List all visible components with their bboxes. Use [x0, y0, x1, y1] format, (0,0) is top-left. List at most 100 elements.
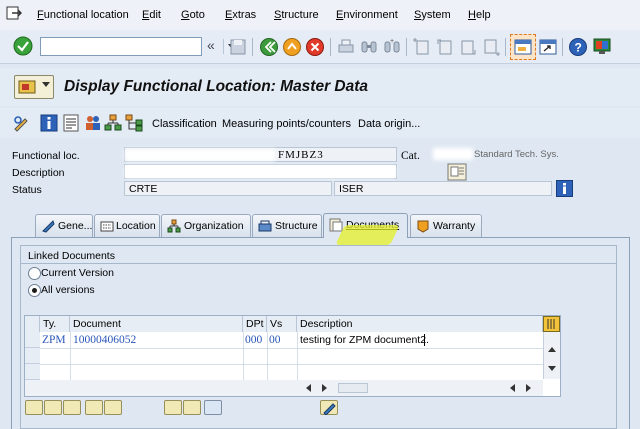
general-tab-icon	[42, 220, 55, 233]
cat-label: Cat.	[401, 150, 420, 162]
cell-document[interactable]: 10000406052	[73, 332, 136, 348]
status-label: Status	[12, 184, 42, 196]
first-page-icon[interactable]	[412, 37, 432, 57]
enter-icon[interactable]	[13, 36, 33, 56]
structure-list-icon[interactable]	[104, 114, 122, 132]
select-all-icon[interactable]	[85, 400, 103, 415]
create-session-icon[interactable]	[513, 37, 533, 57]
menu-functional-location[interactable]: Functional location	[37, 9, 129, 21]
radio-current-version[interactable]	[28, 267, 41, 280]
measuring-points-button[interactable]: Measuring points/counters	[222, 118, 351, 130]
scroll-thumb[interactable]	[338, 383, 368, 393]
save-icon[interactable]	[228, 37, 248, 57]
status-info-icon[interactable]	[556, 180, 573, 197]
next-page-icon[interactable]	[458, 37, 478, 57]
horizontal-scrollbar-fixed	[25, 380, 298, 396]
hierarchy-icon[interactable]	[125, 114, 143, 132]
display-document-icon[interactable]	[164, 400, 182, 415]
user-status-field: ISER	[334, 181, 552, 196]
row-selector[interactable]	[25, 332, 40, 348]
horizontal-scrollbar[interactable]	[298, 380, 543, 396]
menu-edit[interactable]: Edit	[142, 9, 161, 21]
vertical-scrollbar[interactable]	[543, 332, 560, 379]
radio-all-versions-label: All versions	[41, 284, 95, 296]
functional-loc-field[interactable]: FMJBZ3	[124, 147, 397, 162]
cat-field: Standard Tech. Sys.	[433, 147, 573, 162]
help-icon[interactable]: ?	[568, 37, 588, 57]
column-header-dpt[interactable]: DPt	[243, 316, 267, 332]
cancel-icon[interactable]	[305, 37, 325, 57]
warranty-tab-icon	[417, 220, 429, 233]
highlight-marker	[335, 225, 400, 245]
tab-organization[interactable]: Organization	[161, 214, 251, 237]
system-status-value: CRTE	[129, 183, 158, 195]
scroll-right-end-icon[interactable]	[526, 384, 531, 392]
scroll-up-icon[interactable]	[548, 347, 556, 352]
standard-toolbar: « + ?	[0, 30, 640, 64]
object-icon[interactable]	[14, 75, 54, 99]
tab-general-label: Gene...	[58, 220, 93, 232]
select-block-icon[interactable]	[63, 400, 81, 415]
find-icon[interactable]	[359, 37, 379, 57]
command-field[interactable]	[40, 37, 239, 56]
column-header-version[interactable]: Vs	[267, 316, 297, 332]
system-menu-icon[interactable]	[6, 5, 22, 21]
group-title-divider	[21, 263, 616, 264]
print-document-icon[interactable]	[204, 400, 222, 415]
description-label: Description	[12, 167, 65, 179]
back-icon[interactable]	[259, 37, 279, 57]
menu-goto[interactable]: Goto	[181, 9, 205, 21]
print-icon[interactable]	[336, 37, 356, 57]
long-text-icon[interactable]	[62, 114, 80, 132]
column-header-type[interactable]: Ty.	[40, 316, 70, 332]
cell-description[interactable]: testing for ZPM document2.	[300, 332, 429, 348]
documents-tab-icon	[329, 218, 343, 232]
menu-help[interactable]: Help	[468, 9, 491, 21]
scroll-right-icon[interactable]	[322, 384, 327, 392]
info-icon[interactable]	[40, 114, 58, 132]
customize-layout-icon[interactable]	[592, 37, 612, 57]
shortcut-icon[interactable]	[538, 37, 558, 57]
radio-all-versions[interactable]	[28, 284, 41, 297]
table-row[interactable]: ZPM 10000406052 000 00 testing for ZPM d…	[40, 332, 543, 348]
delete-row-icon[interactable]	[44, 400, 62, 415]
column-header-document[interactable]: Document	[70, 316, 243, 332]
previous-page-icon[interactable]	[435, 37, 455, 57]
scroll-down-icon[interactable]	[548, 366, 556, 371]
tab-general[interactable]: Gene...	[35, 214, 93, 237]
row-selector[interactable]	[25, 364, 40, 380]
menu-system[interactable]: System	[414, 9, 451, 21]
scroll-left-end-icon[interactable]	[510, 384, 515, 392]
redacted-area	[125, 166, 395, 178]
tab-location[interactable]: Location	[94, 214, 160, 237]
data-origin-button[interactable]: Data origin...	[358, 118, 420, 130]
collapse-command-icon[interactable]: «	[207, 37, 215, 53]
column-settings-icon[interactable]	[543, 316, 560, 332]
change-display-icon[interactable]	[12, 114, 30, 132]
menu-structure[interactable]: Structure	[274, 9, 319, 21]
select-all-cell[interactable]	[25, 316, 40, 332]
tab-organization-label: Organization	[184, 220, 244, 232]
column-header-description[interactable]: Description	[297, 316, 543, 332]
application-toolbar: Classification Measuring points/counters…	[0, 108, 640, 138]
cell-version[interactable]: 00	[269, 332, 281, 348]
description-field[interactable]	[124, 164, 397, 179]
find-next-icon[interactable]: +	[382, 37, 402, 57]
last-page-icon[interactable]	[481, 37, 501, 57]
tab-structure[interactable]: Structure	[252, 214, 322, 237]
cell-dpt[interactable]: 000	[245, 332, 262, 348]
long-text-editor-icon[interactable]	[447, 163, 467, 181]
tab-warranty[interactable]: Warranty	[410, 214, 482, 237]
scroll-left-icon[interactable]	[306, 384, 311, 392]
original-icon[interactable]	[183, 400, 201, 415]
menu-extras[interactable]: Extras	[225, 9, 256, 21]
row-selector[interactable]	[25, 348, 40, 364]
cell-type[interactable]: ZPM	[42, 332, 66, 348]
classification-button[interactable]: Classification	[152, 118, 217, 130]
deselect-all-icon[interactable]	[104, 400, 122, 415]
edit-document-icon[interactable]	[320, 400, 338, 415]
insert-row-icon[interactable]	[25, 400, 43, 415]
exit-icon[interactable]	[282, 37, 302, 57]
partner-icon[interactable]	[84, 114, 102, 132]
menu-environment[interactable]: Environment	[336, 9, 398, 21]
